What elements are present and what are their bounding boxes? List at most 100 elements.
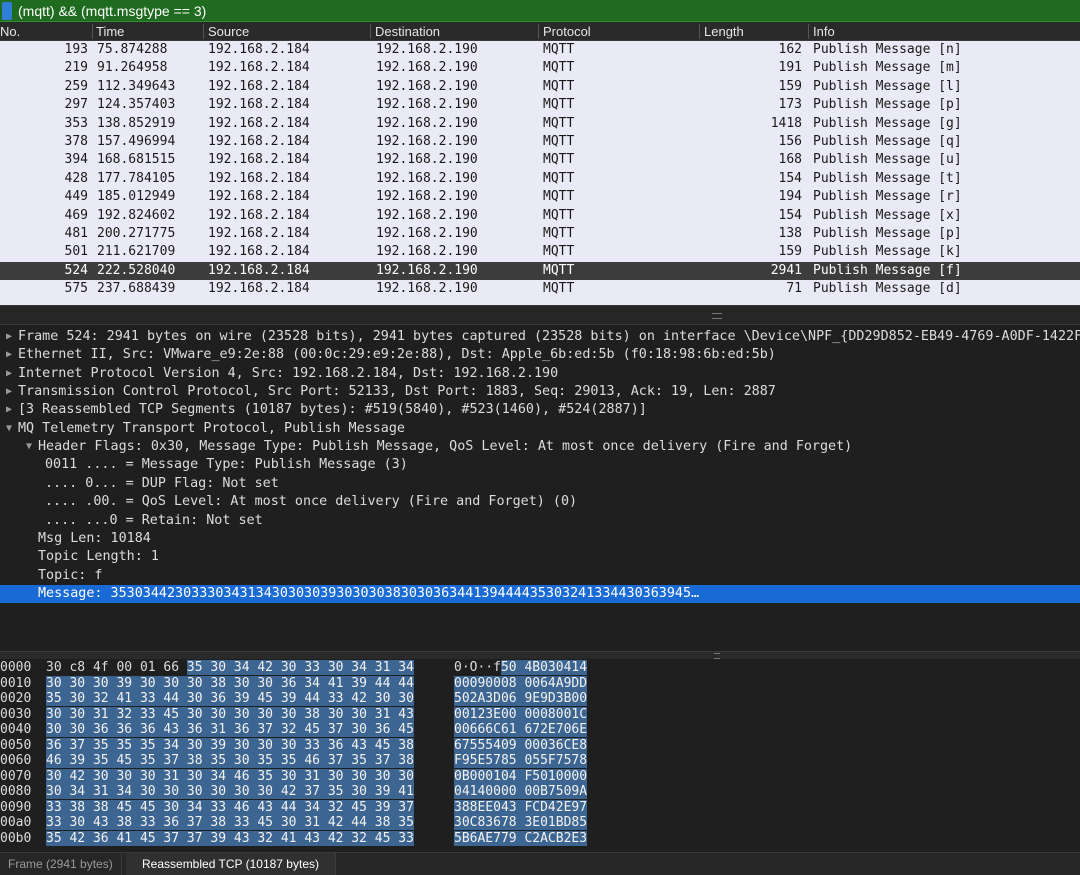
detail-tree-item[interactable]: ▶ Transmission Control Protocol, Src Port… bbox=[0, 383, 1080, 401]
hex-row[interactable]: 0020 35 30 32 41 33 44 30 36 39 45 39 44 … bbox=[0, 691, 1080, 707]
hex-byte[interactable]: 30 bbox=[186, 706, 203, 722]
hex-byte[interactable]: 46 bbox=[233, 768, 250, 784]
hex-byte[interactable]: 33 bbox=[139, 706, 156, 722]
hex-byte[interactable]: 43 bbox=[163, 722, 180, 737]
hex-byte[interactable]: 45 bbox=[116, 799, 133, 815]
hex-byte[interactable]: 33 bbox=[327, 691, 344, 706]
collapse-triangle-icon[interactable]: ▶ bbox=[4, 383, 14, 401]
hex-byte[interactable]: 35 bbox=[351, 753, 367, 768]
hex-byte[interactable]: 30 bbox=[233, 784, 250, 799]
hex-byte[interactable]: 43 bbox=[351, 737, 367, 753]
hex-byte[interactable]: 35 bbox=[46, 691, 62, 706]
packet-row[interactable]: 259 112.349643 192.168.2.184 192.168.2.190 M… bbox=[0, 78, 1080, 96]
hex-ascii[interactable]: 0·O··f50 4B030414 bbox=[454, 660, 588, 676]
hex-byte[interactable]: 43 bbox=[257, 799, 274, 815]
hex-byte[interactable]: 42 bbox=[257, 660, 274, 675]
packet-row[interactable]: 378 157.496994 192.168.2.184 192.168.2.190 M… bbox=[0, 133, 1080, 151]
collapse-triangle-icon[interactable]: ▶ bbox=[4, 365, 14, 383]
hex-byte[interactable]: 35 bbox=[186, 660, 203, 675]
hex-byte[interactable]: 41 bbox=[398, 784, 414, 799]
hex-bytes[interactable]: 30 30 30 39 30 30 30 38 30 30 36 34 41 3… bbox=[46, 675, 414, 692]
hex-byte[interactable]: 37 bbox=[398, 799, 414, 815]
collapse-triangle-icon[interactable]: ▶ bbox=[4, 328, 14, 346]
detail-tree-item[interactable]: Msg Len: 10184 bbox=[0, 530, 1080, 548]
hex-byte[interactable]: 38 bbox=[92, 799, 109, 815]
hex-byte[interactable]: 37 bbox=[374, 753, 391, 768]
hex-bytes[interactable]: 33 38 38 45 45 30 34 33 46 43 44 34 32 4… bbox=[46, 799, 414, 816]
hex-byte[interactable]: 45 bbox=[351, 799, 367, 815]
hex-byte[interactable]: 30 bbox=[280, 815, 297, 830]
tab-frame-bytes[interactable]: Frame (2941 bytes) bbox=[0, 853, 122, 875]
detail-tree-item[interactable]: ▶ Frame 524: 2941 bytes on wire (23528 bi… bbox=[0, 328, 1080, 346]
hex-byte[interactable]: 39 bbox=[351, 675, 367, 691]
hex-byte[interactable]: 33 bbox=[304, 737, 320, 753]
hex-byte[interactable]: 39 bbox=[210, 737, 227, 753]
display-filter-input[interactable]: (mqtt) && (mqtt.msgtype == 3) bbox=[18, 3, 206, 19]
hex-byte[interactable]: 30 bbox=[69, 691, 86, 706]
hex-bytes[interactable]: 30 30 31 32 33 45 30 30 30 30 30 38 30 3… bbox=[46, 706, 414, 723]
hex-byte[interactable]: 30 bbox=[351, 784, 367, 799]
hex-byte[interactable]: 31 bbox=[92, 706, 109, 722]
packet-row[interactable]: 469 192.824602 192.168.2.184 192.168.2.190 M… bbox=[0, 207, 1080, 225]
hex-byte[interactable]: 30 bbox=[46, 675, 62, 691]
hex-byte[interactable]: 44 bbox=[351, 815, 367, 830]
hex-byte[interactable]: 30 bbox=[46, 768, 62, 784]
hex-byte[interactable]: 30 bbox=[327, 660, 344, 675]
hex-byte[interactable]: c8 bbox=[69, 660, 85, 675]
hex-byte[interactable]: 45 bbox=[374, 737, 391, 753]
column-separator[interactable] bbox=[92, 24, 93, 39]
hex-ascii[interactable]: 5B6AE779 C2ACB2E3 bbox=[454, 830, 588, 847]
packet-row[interactable]: 524 222.528040 192.168.2.184 192.168.2.190 M… bbox=[0, 261, 1080, 280]
hex-byte[interactable]: 45 bbox=[139, 799, 156, 815]
hex-byte[interactable]: 30 bbox=[327, 768, 344, 784]
hex-byte[interactable]: 34 bbox=[304, 675, 320, 691]
column-header-no[interactable]: No. bbox=[0, 24, 20, 39]
tab-reassembled-tcp[interactable]: Reassembled TCP (10187 bytes) bbox=[126, 853, 336, 875]
column-header-protocol[interactable]: Protocol bbox=[543, 24, 591, 39]
hex-byte[interactable]: 37 bbox=[327, 753, 344, 768]
detail-tree-item[interactable]: ▶ Internet Protocol Version 4, Src: 192.1… bbox=[0, 365, 1080, 383]
hex-byte[interactable]: 44 bbox=[163, 691, 180, 706]
hex-byte[interactable]: 30 bbox=[398, 691, 414, 706]
hex-byte[interactable]: 30 bbox=[327, 706, 344, 722]
detail-tree-item[interactable]: ▼ MQ Telemetry Transport Protocol, Publis… bbox=[0, 420, 1080, 438]
hex-byte[interactable]: 33 bbox=[233, 815, 250, 830]
hex-byte[interactable]: 35 bbox=[327, 784, 344, 799]
hex-byte[interactable]: 34 bbox=[398, 660, 414, 675]
hex-byte[interactable]: 30 bbox=[398, 768, 414, 784]
packet-row[interactable]: 297 124.357403 192.168.2.184 192.168.2.190 M… bbox=[0, 96, 1080, 114]
hex-byte[interactable]: 36 bbox=[280, 675, 297, 691]
hex-byte[interactable]: 35 bbox=[398, 815, 414, 830]
hex-byte[interactable]: 30 bbox=[139, 675, 156, 691]
hex-bytes[interactable]: 33 30 43 38 33 36 37 38 33 45 30 31 42 4… bbox=[46, 815, 414, 831]
hex-byte[interactable]: 36 bbox=[116, 722, 133, 737]
hex-row[interactable]: 0080 30 34 31 34 30 30 30 30 30 30 42 37 … bbox=[0, 784, 1080, 800]
hex-byte[interactable]: 37 bbox=[304, 784, 320, 799]
detail-tree-item[interactable]: Message: 3530344230333034313430303039303… bbox=[0, 584, 1080, 603]
hex-byte[interactable]: 30 bbox=[257, 675, 274, 691]
hex-byte[interactable]: 30 bbox=[374, 768, 391, 784]
hex-byte[interactable]: 30 bbox=[351, 768, 367, 784]
hex-byte[interactable]: 30 bbox=[163, 675, 180, 691]
hex-byte[interactable]: 45 bbox=[116, 753, 133, 768]
packet-row[interactable]: 219 91.264958 192.168.2.184 192.168.2.190 MQ… bbox=[0, 59, 1080, 77]
hex-byte[interactable]: 36 bbox=[327, 737, 344, 753]
hex-byte[interactable]: 31 bbox=[163, 768, 180, 784]
hex-byte[interactable]: 30 bbox=[186, 768, 203, 784]
hex-byte[interactable]: 30 bbox=[92, 768, 109, 784]
hex-byte[interactable]: 33 bbox=[46, 815, 62, 830]
hex-byte[interactable]: 01 bbox=[140, 660, 156, 675]
hex-byte[interactable]: 35 bbox=[257, 753, 274, 768]
hex-byte[interactable]: 30 bbox=[116, 768, 133, 784]
hex-ascii[interactable]: 30C83678 3E01BD85 bbox=[454, 815, 588, 831]
hex-byte[interactable]: 30 bbox=[163, 799, 180, 815]
hex-byte[interactable]: 30 bbox=[69, 675, 86, 691]
packet-row[interactable]: 353 138.852919 192.168.2.184 192.168.2.190 M… bbox=[0, 115, 1080, 133]
hex-byte[interactable]: 30 bbox=[186, 784, 203, 799]
hex-byte[interactable]: 31 bbox=[210, 722, 227, 737]
hex-byte[interactable]: 38 bbox=[186, 753, 203, 768]
hex-ascii[interactable]: 67555409 00036CE8 bbox=[454, 737, 588, 754]
hex-bytes[interactable]: 46 39 35 45 35 37 38 35 30 35 35 46 37 3… bbox=[46, 753, 414, 769]
hex-byte[interactable]: 30 bbox=[280, 660, 297, 675]
hex-byte[interactable]: 35 bbox=[210, 753, 227, 768]
